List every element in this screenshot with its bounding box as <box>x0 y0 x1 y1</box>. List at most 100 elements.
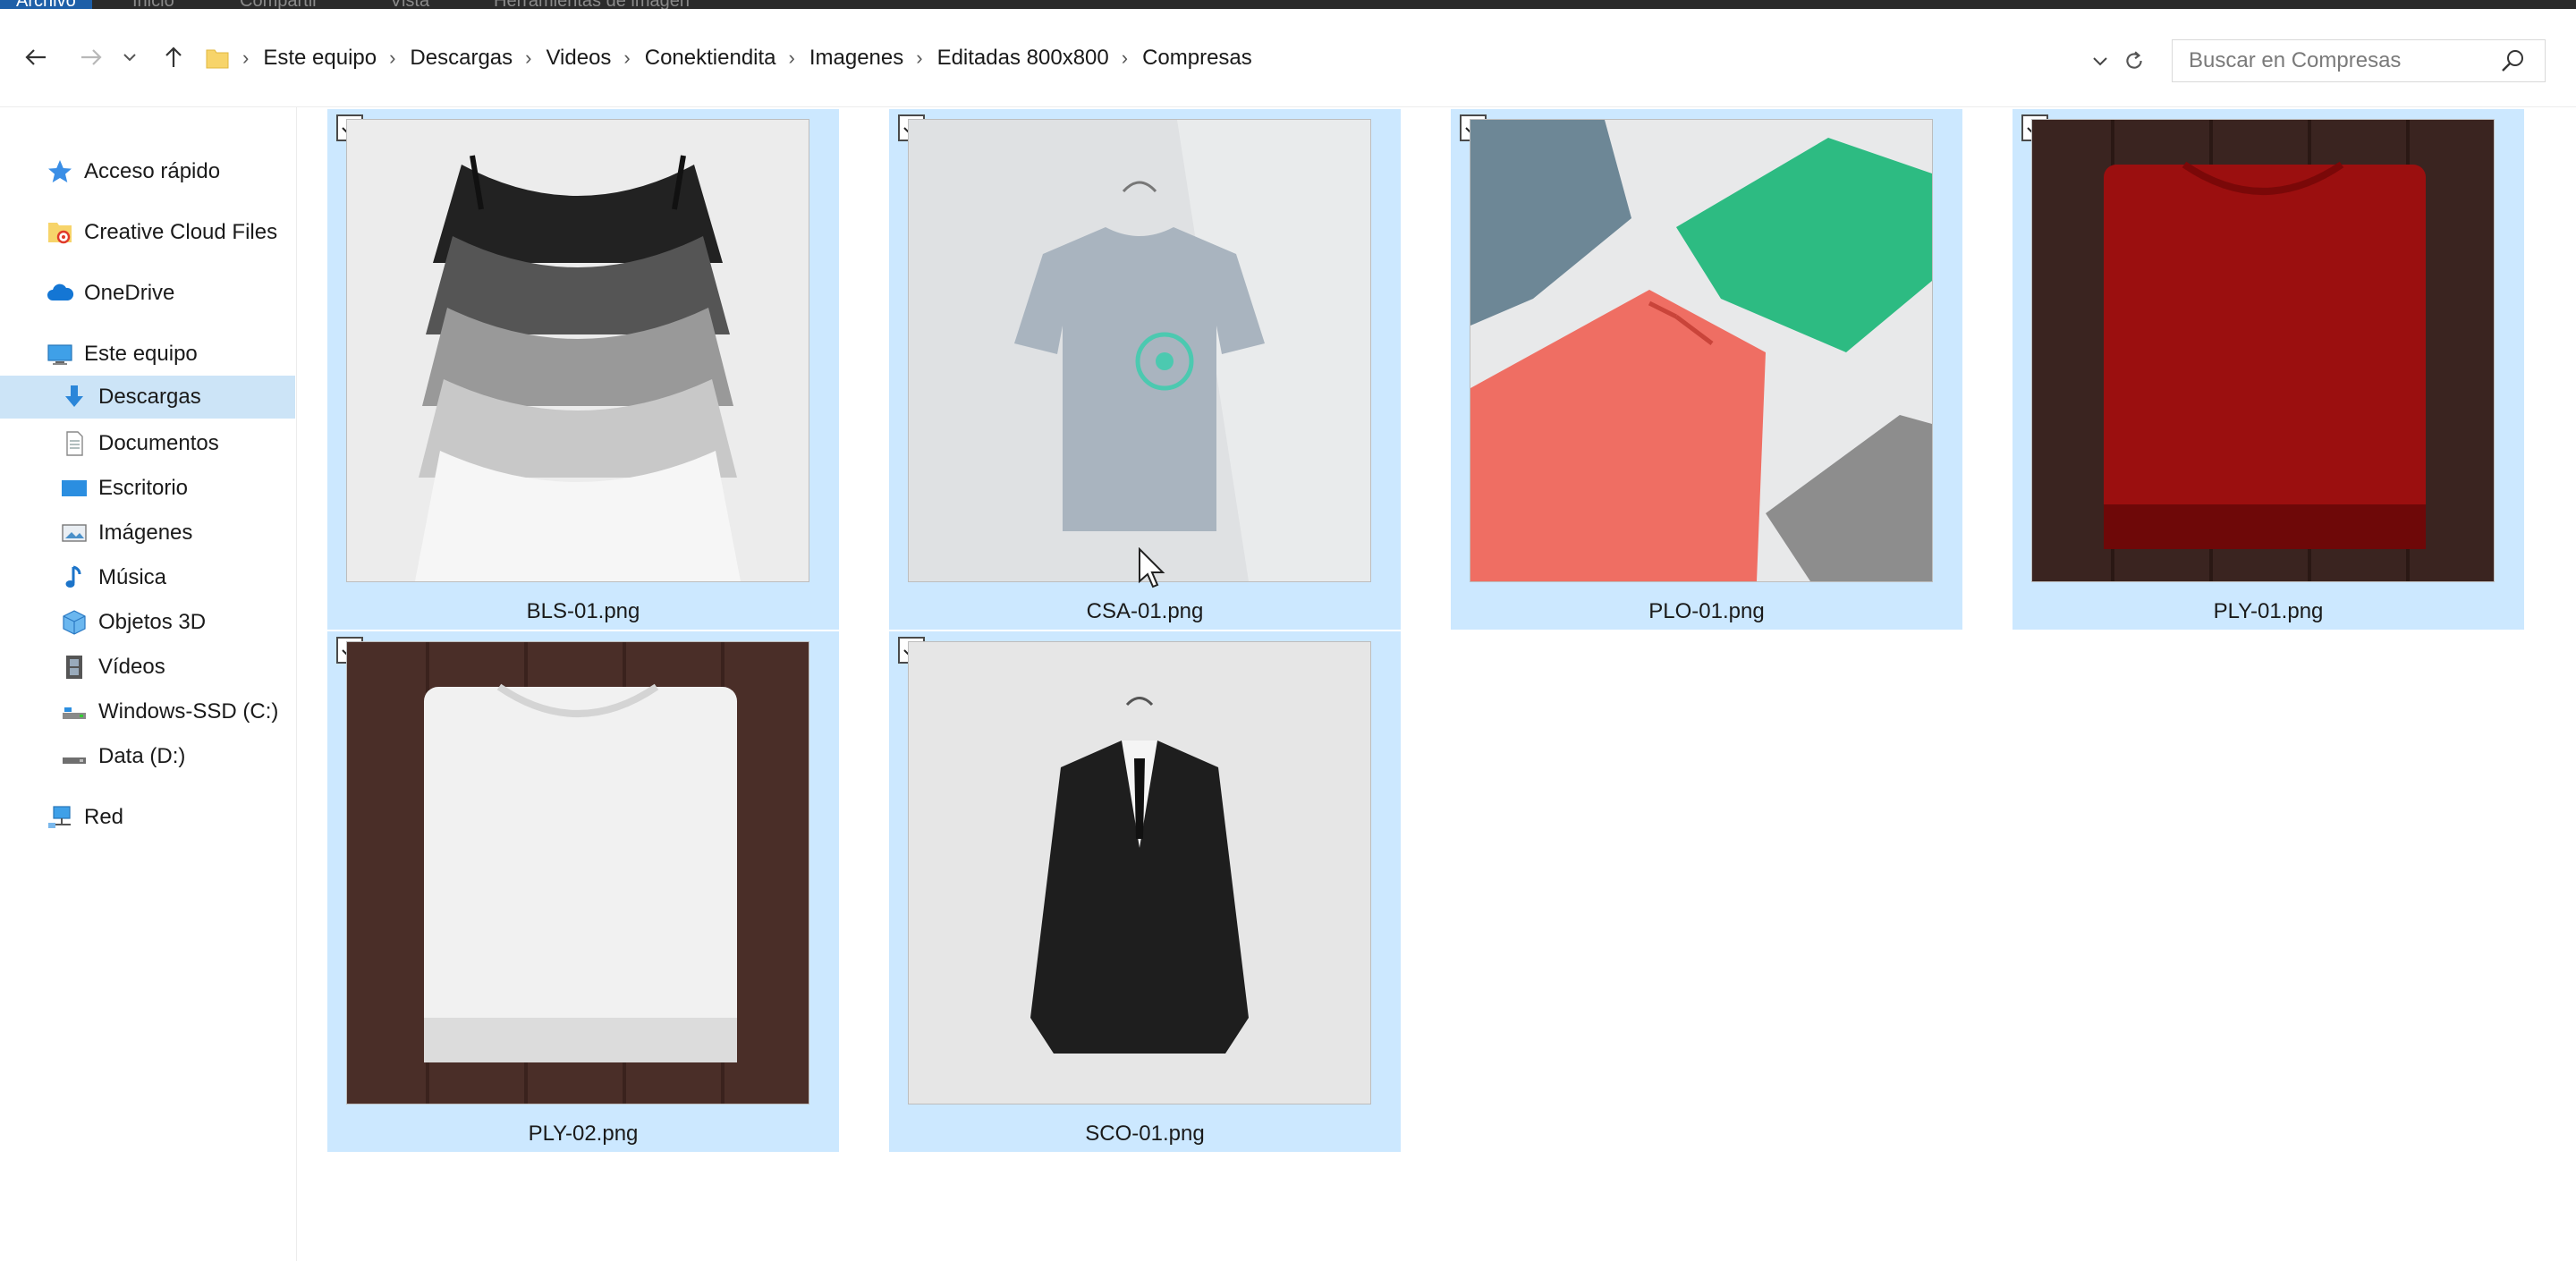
refresh-button[interactable] <box>2114 41 2154 80</box>
nav-item-onedrive[interactable]: OneDrive <box>0 272 295 315</box>
download-arrow-icon <box>59 382 89 412</box>
file-tile-bls-01[interactable]: BLS-01.png <box>327 109 839 630</box>
chevron-right-icon[interactable]: › <box>789 47 795 70</box>
chevron-right-icon[interactable]: › <box>623 47 630 70</box>
nav-item-label: Este equipo <box>84 342 198 366</box>
breadcrumb-item[interactable]: Este equipo <box>263 46 377 71</box>
nav-item-label: Imágenes <box>98 520 193 545</box>
ribbon-tab-compartir[interactable]: Compartir <box>240 0 318 9</box>
up-button[interactable] <box>154 38 193 77</box>
nav-item-label: Documentos <box>98 431 219 455</box>
music-note-icon <box>59 563 89 593</box>
file-tile-plo-01[interactable]: PLO-01.png <box>1451 109 1962 630</box>
nav-item-red[interactable]: Red <box>0 796 295 839</box>
document-icon <box>59 428 89 459</box>
drive-icon <box>59 741 89 772</box>
film-icon <box>59 652 89 682</box>
file-name: CSA-01.png <box>1086 599 1204 623</box>
file-tile-ply-01[interactable]: PLY-01.png <box>2012 109 2524 630</box>
nav-item-imagenes[interactable]: Imágenes <box>0 512 295 554</box>
nav-item-label: Escritorio <box>98 476 189 500</box>
thumbnail-image <box>347 642 809 1104</box>
nav-item-label: Creative Cloud Files <box>84 220 278 244</box>
breadcrumb-item[interactable]: Videos <box>546 46 611 71</box>
chevron-right-icon[interactable]: › <box>242 47 249 70</box>
search-icon[interactable] <box>2498 46 2529 76</box>
desktop-icon <box>59 473 89 504</box>
cloud-icon <box>45 278 75 309</box>
breadcrumb-item[interactable]: Imagenes <box>809 46 903 71</box>
file-name: PLY-02.png <box>528 1121 639 1146</box>
thumbnail-image <box>2032 120 2494 581</box>
nav-item-videos[interactable]: Vídeos <box>0 646 295 689</box>
chevron-right-icon[interactable]: › <box>916 47 922 70</box>
back-button[interactable] <box>16 38 55 77</box>
ribbon-tab-archivo[interactable]: Archivo <box>0 0 92 9</box>
drive-icon <box>59 697 89 727</box>
ribbon-tab-inicio[interactable]: Inicio <box>132 0 174 9</box>
ribbon-tabs: Archivo Inicio Compartir Vista Herramien… <box>0 0 2576 9</box>
nav-item-descargas[interactable]: Descargas <box>0 376 295 419</box>
file-name: BLS-01.png <box>526 599 640 623</box>
nav-item-objetos-3d[interactable]: Objetos 3D <box>0 601 295 644</box>
breadcrumb-item[interactable]: Compresas <box>1142 46 1252 71</box>
nav-item-label: Acceso rápido <box>84 159 221 183</box>
nav-item-label: Vídeos <box>98 655 165 679</box>
arrow-right-icon <box>81 49 102 65</box>
nav-item-label: OneDrive <box>84 281 175 305</box>
search-input[interactable] <box>2173 48 2495 73</box>
file-name: PLY-01.png <box>2213 599 2324 623</box>
computer-icon <box>45 339 75 369</box>
ribbon-tab-vista[interactable]: Vista <box>390 0 429 9</box>
star-icon <box>45 157 75 187</box>
nav-item-label: Objetos 3D <box>98 610 207 634</box>
nav-item-acceso-rapido[interactable]: Acceso rápido <box>0 150 295 193</box>
nav-item-documentos[interactable]: Documentos <box>0 422 295 465</box>
nav-item-label: Data (D:) <box>98 744 186 768</box>
file-tile-ply-02[interactable]: PLY-02.png <box>327 631 839 1152</box>
thumbnail-image <box>1470 120 1932 581</box>
nav-item-label: Descargas <box>98 385 201 409</box>
breadcrumb-item[interactable]: Conektiendita <box>645 46 776 71</box>
navigation-pane: Acceso rápido Creative Cloud Files OneDr… <box>0 107 297 1261</box>
arrow-up-icon <box>165 47 182 67</box>
search-box[interactable] <box>2172 39 2546 82</box>
file-tile-sco-01[interactable]: SCO-01.png <box>889 631 1401 1152</box>
nav-item-label: Música <box>98 565 167 589</box>
file-name: PLO-01.png <box>1648 599 1765 623</box>
recent-locations-button[interactable] <box>116 38 143 77</box>
address-bar-row: › Este equipo › Descargas › Videos › Conektiend… <box>0 9 2576 107</box>
address-box[interactable]: › Este equipo › Descargas › Videos › Conektiend… <box>199 38 2157 79</box>
breadcrumb: › Este equipo › Descargas › Videos › Conektiend… <box>230 46 1252 71</box>
creative-cloud-folder-icon <box>45 217 75 248</box>
chevron-right-icon[interactable]: › <box>389 47 395 70</box>
chevron-right-icon[interactable]: › <box>1122 47 1128 70</box>
chevron-down-icon <box>123 54 136 62</box>
chevron-right-icon[interactable]: › <box>525 47 531 70</box>
mouse-pointer-icon <box>1139 547 1165 588</box>
ribbon-tab-herramientas-imagen[interactable]: Herramientas de imagen <box>494 0 690 9</box>
nav-item-windows-ssd[interactable]: Windows-SSD (C:) <box>0 690 295 733</box>
thumbnail-image <box>347 120 809 581</box>
nav-item-creative-cloud-files[interactable]: Creative Cloud Files <box>0 211 295 254</box>
arrow-left-icon <box>25 49 46 65</box>
breadcrumb-item[interactable]: Descargas <box>410 46 513 71</box>
nav-item-este-equipo[interactable]: Este equipo <box>0 333 295 376</box>
nav-item-data-d[interactable]: Data (D:) <box>0 735 295 778</box>
chevron-down-icon <box>2093 57 2107 66</box>
thumbnail-image <box>909 642 1370 1104</box>
thumbnail-image <box>909 120 1370 581</box>
nav-item-escritorio[interactable]: Escritorio <box>0 467 295 510</box>
nav-item-label: Windows-SSD (C:) <box>98 699 279 724</box>
folder-icon <box>206 49 229 69</box>
cube-icon <box>59 607 89 638</box>
refresh-icon <box>2126 51 2142 69</box>
network-icon <box>45 802 75 833</box>
forward-button[interactable] <box>72 38 111 77</box>
nav-item-musica[interactable]: Música <box>0 556 295 599</box>
file-name: SCO-01.png <box>1085 1121 1205 1146</box>
nav-item-label: Red <box>84 805 124 829</box>
pictures-icon <box>59 518 89 548</box>
breadcrumb-item[interactable]: Editadas 800x800 <box>937 46 1109 71</box>
file-view[interactable]: BLS-01.png CSA-01.png PLO-01.png PLY-01.… <box>299 107 2576 1261</box>
